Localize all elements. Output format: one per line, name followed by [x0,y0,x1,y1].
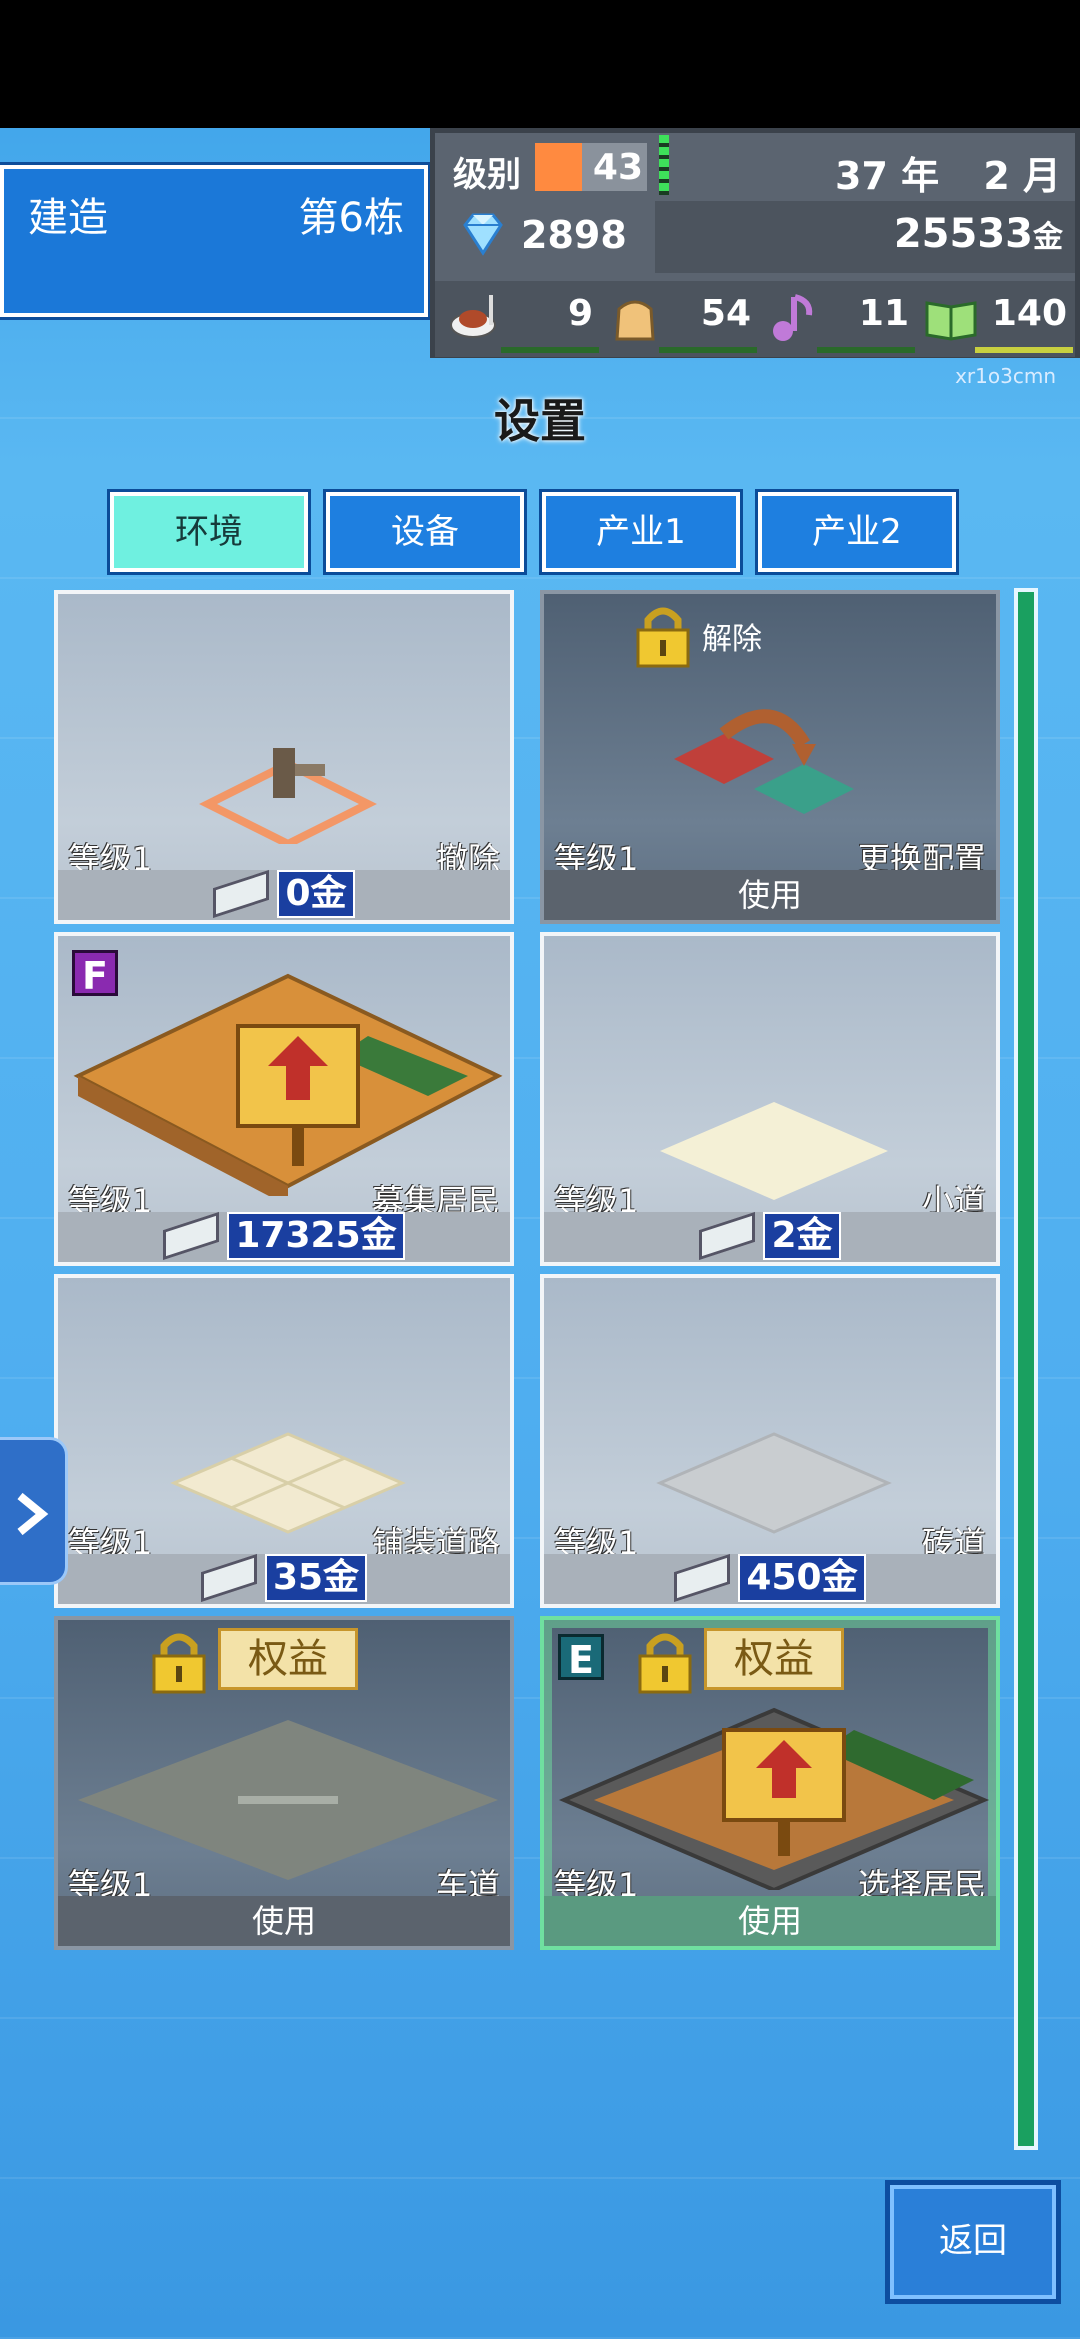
money-icon [200,1553,257,1603]
card-recruit-residents[interactable]: F 等级1 募集居民 17325金 [54,932,514,1266]
gem-count: 2898 [521,213,627,257]
rights-badge: 权益 [218,1628,358,1690]
build-panel: 建造 第6栋 [0,165,428,317]
build-label: 建造 [28,195,108,241]
card-price: 2金 [763,1212,841,1260]
card-path[interactable]: 等级1 小道 2金 [540,932,1000,1266]
side-drawer-tab[interactable] [0,1437,68,1585]
tab-industry-2[interactable]: 产业2 [758,492,956,572]
demolish-icon [199,748,377,844]
bag-count: 54 [700,293,751,334]
level-bar-fill [535,143,583,191]
bag-resource: 54 [607,281,757,357]
lock-icon [638,1633,692,1694]
level-led-indicator [659,135,669,195]
music-count: 11 [858,293,909,334]
rank-badge: E [558,1634,604,1682]
card-price: 450金 [738,1554,866,1602]
card-driveway[interactable]: 权益 等级1 车道 使用 [54,1616,514,1950]
tab-industry-1[interactable]: 产业1 [542,492,740,572]
level-value: 43 [592,147,643,188]
food-icon [450,295,496,338]
brick-road-icon [656,1432,892,1534]
use-button[interactable]: 使用 [58,1896,510,1946]
status-bar [0,0,1080,128]
diamond-icon [463,213,503,256]
lock-icon [636,607,690,668]
card-change-layout[interactable]: 解除 等级1 更换配置 使用 [540,590,1000,924]
card-price: 17325金 [227,1212,405,1260]
money-icon [699,1211,756,1261]
recruit-lot-icon [73,973,503,1196]
money-icon [163,1211,220,1261]
swap-icon [674,709,854,814]
bag-icon [615,300,655,341]
card-select-residents[interactable]: E 权益 等级1 选择居民 使用 [540,1616,1000,1950]
card-demolish[interactable]: 等级1 撤除 0金 [54,590,514,924]
use-button[interactable]: 使用 [544,870,996,920]
money-icon [213,869,270,919]
book-resource: 140 [923,281,1073,357]
month-display: 2 月 [983,154,1061,198]
food-count: 9 [567,293,593,334]
chevron-right-icon [17,1492,49,1536]
lock-icon [152,1633,206,1694]
tab-environment[interactable]: 环境 [110,492,308,572]
money-icon [674,1553,731,1603]
card-paved-road[interactable]: 等级1 铺装道路 35金 [54,1274,514,1608]
card-price: 35金 [264,1554,368,1602]
music-resource: 11 [765,281,915,357]
gold-display: 25533金 [655,201,1075,273]
music-note-icon [773,294,813,341]
book-count: 140 [991,293,1067,334]
card-price: 0金 [277,870,355,918]
use-button[interactable]: 使用 [544,1896,996,1946]
card-brick-road[interactable]: 等级1 砖道 450金 [540,1274,1000,1608]
level-label: 级别 [453,155,521,195]
unlock-label: 解除 [702,622,762,657]
rights-badge: 权益 [704,1628,844,1690]
path-tile-icon [660,1102,888,1200]
food-resource: 9 [449,281,599,357]
book-icon [925,301,977,341]
back-button[interactable]: 返回 [885,2180,1061,2304]
year-display: 37 年 [835,154,940,198]
gold-amount: 25533 [893,211,1033,257]
building-number: 第6栋 [298,195,404,241]
gold-unit: 金 [1033,220,1063,255]
tab-equipment[interactable]: 设备 [326,492,524,572]
scrollbar[interactable] [1014,588,1038,2150]
level-bar: 43 [535,143,647,191]
page-title: 设置 [494,394,586,448]
stats-panel: 级别 43 37 年 2 月 2898 25533金 9 54 11 140 [430,128,1080,358]
